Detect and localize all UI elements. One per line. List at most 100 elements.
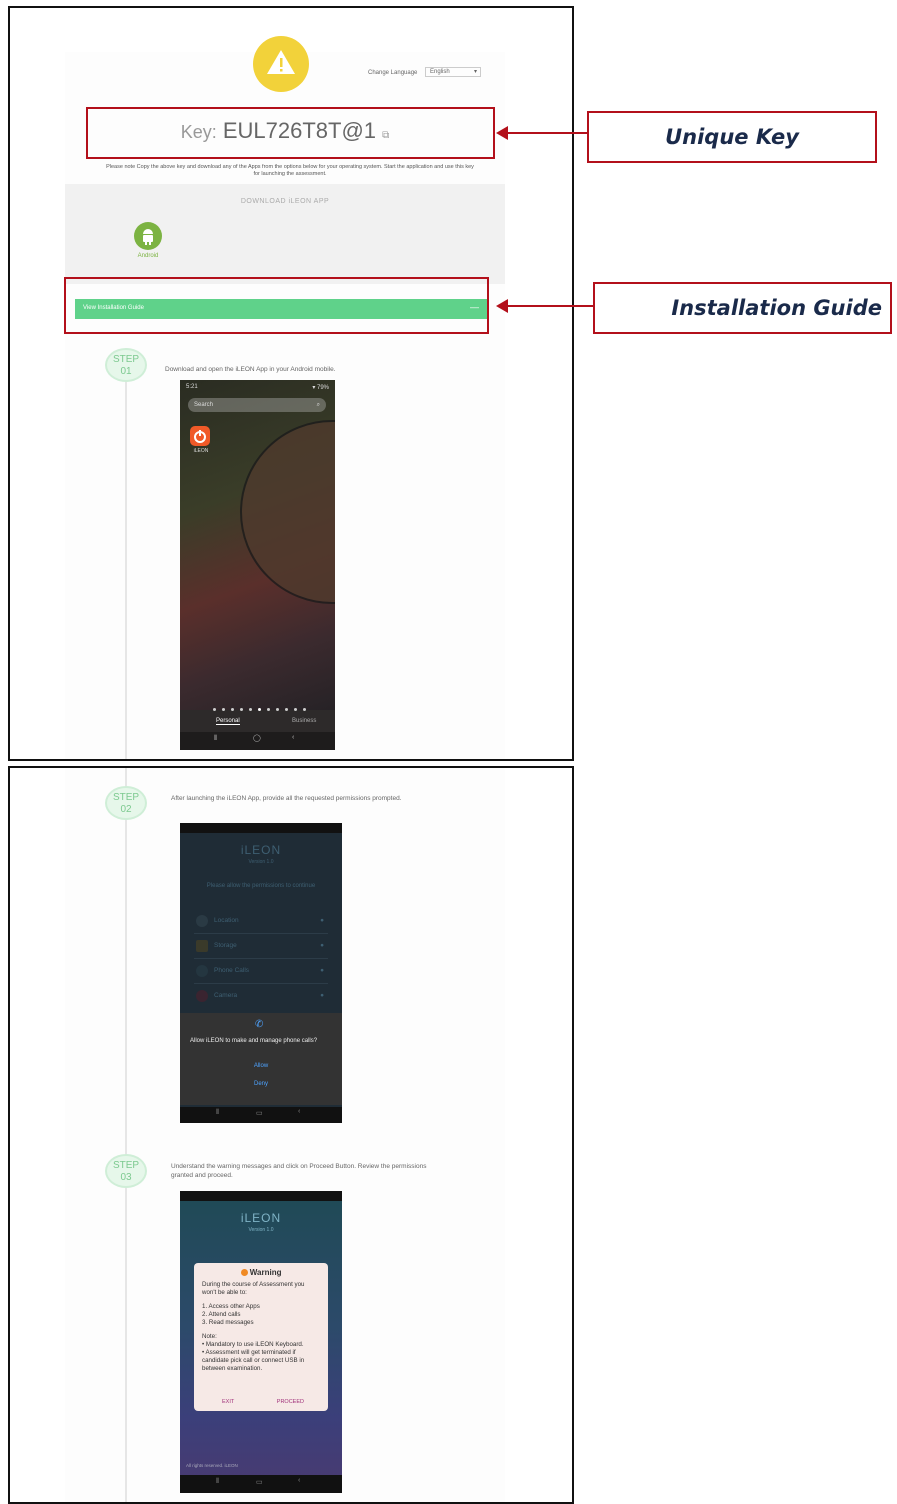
storage-icon: [196, 940, 208, 952]
step-03-number: 03: [120, 1172, 132, 1183]
permission-label: Storage: [214, 942, 237, 949]
permission-label: Camera: [214, 992, 238, 999]
phone1-search-bar[interactable]: Search ⌕: [188, 398, 326, 412]
phone3-footer-text: All rights reserved. iLEON: [186, 1463, 238, 1468]
warning-item: 1. Access other Apps: [202, 1303, 260, 1310]
phone2-app-title: iLEON: [240, 843, 282, 857]
camera-icon: [196, 990, 208, 1002]
warning-item: 3. Read messages: [202, 1319, 254, 1326]
installation-guide-arrow: [506, 305, 594, 307]
phone3-nav-bar: ⦀ ▭ ‹: [180, 1475, 342, 1493]
search-placeholder: Search: [194, 402, 214, 408]
note-line: • Mandatory to use iLEON Keyboard.: [202, 1341, 304, 1348]
permission-list: Location ● Storage ● Phone Calls ● Camer…: [194, 909, 328, 1008]
step-01-text: Download and open the iLEON App in your …: [165, 366, 336, 373]
exit-button[interactable]: Exit: [222, 1399, 234, 1405]
home-icon[interactable]: ◯: [253, 734, 261, 742]
phone-call-icon: ✆: [255, 1019, 264, 1030]
step-02-text: After launching the iLEON App, provide a…: [171, 795, 402, 802]
bottom-screenshot-frame: STEP 02 After launching the iLEON App, p…: [8, 766, 574, 1504]
change-language-label: Change Language: [368, 70, 418, 76]
permission-item: Camera ●: [194, 984, 328, 1008]
step-03-label: STEP: [112, 1160, 140, 1171]
toggle-icon[interactable]: ●: [320, 909, 324, 933]
recent-apps-icon[interactable]: ⦀: [216, 1109, 219, 1117]
warning-logo: [253, 36, 309, 92]
home-icon[interactable]: ▭: [256, 1478, 263, 1486]
phone2-app-version: Version 1.0: [248, 859, 274, 865]
permission-item: Phone Calls ●: [194, 959, 328, 984]
warning-dot-icon: [240, 1269, 248, 1277]
step-02-label: STEP: [112, 792, 140, 803]
phone-screenshot-step-02: iLEON Version 1.0 Please allow the permi…: [180, 823, 342, 1123]
phone-icon: [196, 965, 208, 977]
phone-screenshot-step-01: 5:21 ▾ 79% Search ⌕ iLEON Personal Busin…: [180, 380, 335, 750]
recent-apps-icon[interactable]: ⦀: [214, 735, 217, 743]
permission-label: Phone Calls: [214, 967, 250, 974]
step-02-badge: STEP 02: [105, 786, 147, 820]
download-section: DOWNLOAD iLEON APP Android: [65, 184, 505, 284]
warning-title-row: Warning: [194, 1263, 328, 1277]
android-label: Android: [137, 253, 159, 259]
unique-key-callout: Unique Key: [587, 111, 877, 163]
location-icon: [196, 915, 208, 927]
phone1-nav-bar: ⦀ ◯ ‹: [180, 732, 335, 750]
phone2-nav-bar: ⦀ ▭ ‹: [180, 1107, 342, 1123]
phone-screenshot-step-03: iLEON Version 1.0 Warning During the cou…: [180, 1191, 342, 1493]
step-03-badge: STEP 03: [105, 1154, 147, 1188]
step-03-text: Understand the warning messages and clic…: [171, 1163, 427, 1179]
timeline-line-continued: [125, 768, 127, 1502]
toggle-icon[interactable]: ●: [320, 984, 324, 1008]
phone2-heading: Please allow the permissions to continue: [206, 883, 316, 889]
ileon-app-label: iLEON: [193, 448, 209, 454]
android-icon: [134, 222, 162, 250]
permission-dialog: ✆ Allow iLEON to make and manage phone c…: [180, 1013, 342, 1105]
phone1-status-bar: 5:21 ▾ 79%: [186, 384, 329, 391]
permission-item: Location ●: [194, 909, 328, 934]
language-select[interactable]: English ▾: [425, 67, 481, 77]
android-download-button[interactable]: Android: [128, 222, 168, 259]
chevron-down-icon: ▾: [473, 69, 477, 75]
search-icon: ⌕: [316, 402, 320, 408]
status-time: 5:21: [186, 384, 198, 390]
download-heading: DOWNLOAD iLEON APP: [240, 198, 330, 205]
note-label: Note:: [202, 1333, 217, 1340]
recent-apps-icon[interactable]: ⦀: [216, 1478, 219, 1486]
back-icon[interactable]: ‹: [298, 1477, 300, 1484]
warning-intro: During the course of Assessment you won'…: [202, 1281, 305, 1296]
permission-item: Storage ●: [194, 934, 328, 959]
installation-guide-callout: Installation Guide: [593, 282, 892, 334]
allow-button[interactable]: Allow: [180, 1063, 342, 1069]
toggle-icon[interactable]: ●: [320, 959, 324, 983]
back-icon[interactable]: ‹: [292, 734, 294, 741]
toggle-icon[interactable]: ●: [320, 934, 324, 958]
proceed-button[interactable]: Proceed: [277, 1399, 304, 1405]
warning-title: Warning: [249, 1268, 282, 1277]
phone3-app-title: iLEON: [240, 1211, 282, 1225]
ileon-app-icon[interactable]: [190, 426, 210, 446]
warning-dialog: Warning During the course of Assessment …: [194, 1263, 328, 1411]
phone3-top-bar: [180, 1191, 342, 1201]
instructions-text: Please note Copy the above key and downl…: [106, 164, 474, 177]
status-battery: ▾ 79%: [312, 385, 329, 391]
note-line: • Assessment will get terminated if cand…: [202, 1349, 305, 1372]
page-indicator-dots: [210, 698, 320, 716]
home-icon[interactable]: ▭: [256, 1109, 263, 1117]
warning-triangle-icon: [267, 50, 295, 74]
installation-guide-highlight: [64, 277, 489, 334]
unique-key-highlight: [86, 107, 495, 159]
phone3-app-version: Version 1.0: [248, 1227, 274, 1233]
tab-business[interactable]: Business: [292, 718, 316, 724]
timeline-line: [125, 352, 127, 759]
deny-button[interactable]: Deny: [180, 1081, 342, 1087]
step-01-number: 01: [120, 366, 132, 377]
phone2-top-bar: [180, 823, 342, 833]
back-icon[interactable]: ‹: [298, 1108, 300, 1115]
language-select-value: English: [430, 69, 450, 75]
step-01-label: STEP: [112, 354, 140, 365]
tab-personal[interactable]: Personal: [216, 718, 240, 725]
warning-item: 2. Attend calls: [202, 1311, 241, 1318]
unique-key-arrow: [506, 132, 588, 134]
permission-label: Location: [214, 917, 239, 924]
dialog-text: Allow iLEON to make and manage phone cal…: [190, 1038, 318, 1044]
